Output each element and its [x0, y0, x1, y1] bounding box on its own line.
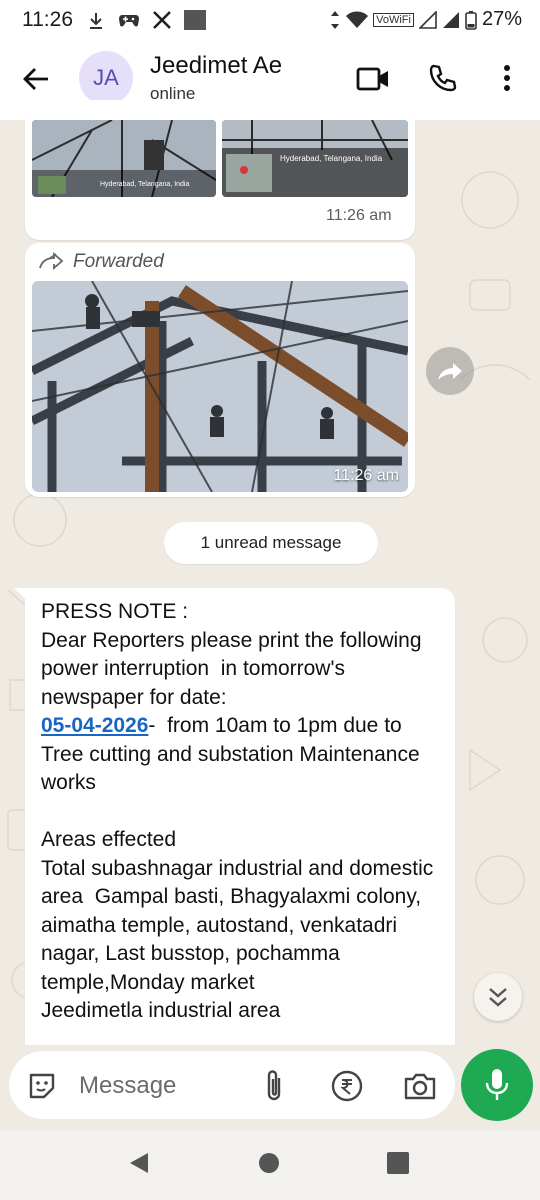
wifi-icon	[346, 11, 369, 28]
nav-recents-icon[interactable]	[387, 1152, 409, 1174]
press-note-body: Dear Reporters please print the followin…	[41, 628, 428, 709]
areas-list-more: Jeedimetla industrial area	[41, 999, 281, 1022]
download-icon	[90, 13, 102, 29]
forward-icon	[438, 363, 462, 380]
vowifi-badge: VoWiFi	[373, 12, 414, 27]
rupee-payment-icon[interactable]	[331, 1070, 363, 1102]
battery-icon	[465, 10, 477, 30]
press-note-text: PRESS NOTE : Dear Reporters please print…	[41, 598, 441, 1026]
nav-back-icon[interactable]	[128, 1151, 150, 1175]
areas-list: Total subashnagar industrial and domesti…	[41, 856, 440, 994]
message-input-box[interactable]	[9, 1051, 455, 1119]
attach-icon[interactable]	[263, 1068, 285, 1104]
status-bar: 11:26 VoWiFi 27%	[0, 0, 540, 40]
nav-home-icon[interactable]	[258, 1152, 280, 1174]
signal-icon	[442, 11, 459, 28]
status-time: 11:26	[22, 8, 73, 31]
unread-divider: 1 unread message	[164, 522, 378, 564]
sticker-icon[interactable]	[27, 1071, 57, 1101]
status-right: VoWiFi 27%	[329, 8, 522, 31]
forwarded-icon	[39, 252, 64, 270]
avatar[interactable]: JA	[79, 51, 133, 105]
back-arrow-icon[interactable]	[22, 66, 50, 92]
contact-name[interactable]: Jeedimet Ae	[150, 52, 282, 80]
message-time: 11:26 am	[333, 467, 399, 484]
battery-percent: 27%	[481, 8, 522, 30]
forwarded-label: Forwarded	[73, 251, 164, 272]
mic-button[interactable]	[461, 1049, 533, 1121]
image-thumbnail[interactable]: Hyderabad, Telangana, India	[222, 120, 408, 197]
geo-caption: Hyderabad, Telangana, India	[280, 154, 383, 163]
phone-icon[interactable]	[428, 63, 458, 93]
image-thumbnail[interactable]: Hyderabad, Telangana, India	[32, 120, 216, 197]
scroll-to-bottom-button[interactable]	[474, 973, 522, 1021]
message-input[interactable]: Message	[79, 1072, 176, 1100]
more-vert-icon[interactable]	[502, 64, 512, 92]
data-arrows-icon	[331, 10, 340, 29]
signal-icon	[418, 10, 437, 29]
date-link[interactable]: 05-04-2026	[41, 714, 148, 737]
forwarded-image[interactable]: 11:26 am	[32, 281, 408, 492]
square-app-icon	[184, 10, 206, 30]
press-note-heading: PRESS NOTE :	[41, 600, 189, 623]
message-time: 11:26 am	[326, 207, 392, 224]
video-call-icon[interactable]	[356, 66, 390, 92]
x-logo-icon	[153, 11, 171, 29]
mic-icon	[485, 1069, 509, 1100]
forward-button[interactable]	[426, 347, 474, 395]
game-controller-icon	[119, 15, 139, 27]
bubble-tail	[14, 588, 28, 602]
substation-workers-photo	[32, 281, 408, 492]
double-chevron-down-icon	[489, 988, 507, 1007]
areas-heading: Areas effected	[41, 828, 177, 851]
geo-caption: Hyderabad, Telangana, India	[100, 181, 190, 188]
camera-icon[interactable]	[403, 1071, 437, 1101]
